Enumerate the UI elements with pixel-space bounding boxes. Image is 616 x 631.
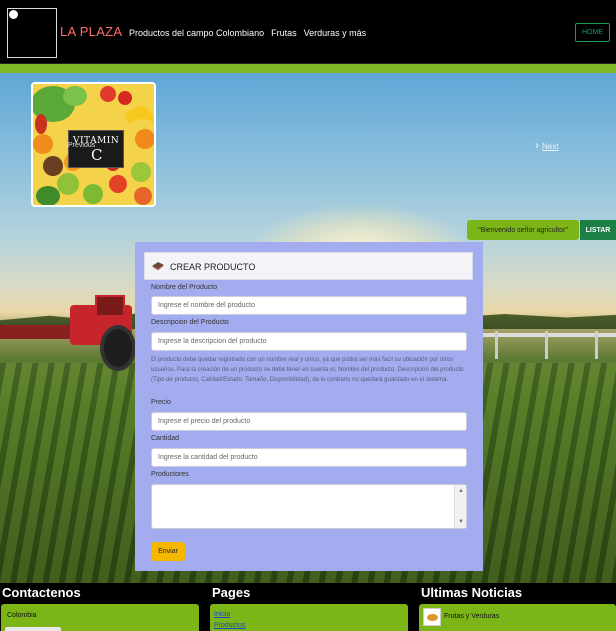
news-thumbnail[interactable] bbox=[423, 608, 441, 626]
submit-button[interactable]: Enviar bbox=[151, 542, 185, 561]
textarea-scrollbar[interactable]: ▲ ▼ bbox=[454, 485, 466, 528]
news-item-title[interactable]: Frutas y Verduras bbox=[444, 613, 499, 620]
label-productores: Productores bbox=[151, 471, 189, 478]
carousel-previous[interactable]: Previous bbox=[68, 142, 95, 149]
nav-link-productos[interactable]: Productos del campo Colombiano bbox=[129, 28, 264, 38]
accent-strip bbox=[0, 64, 616, 73]
form-header: CREAR PRODUCTO bbox=[144, 252, 473, 280]
navbar: LA PLAZA Productos del campo Colombiano … bbox=[0, 0, 616, 64]
home-button[interactable]: HOME bbox=[575, 23, 610, 42]
footer-news-title: Ultimas Noticias bbox=[421, 585, 523, 600]
footer-contact-title: Contactenos bbox=[2, 585, 81, 600]
create-product-form: CREAR PRODUCTO Nombre del Producto Ingre… bbox=[135, 242, 483, 571]
scroll-down-icon[interactable]: ▼ bbox=[458, 519, 464, 525]
label-precio: Precio bbox=[151, 399, 171, 406]
logo[interactable] bbox=[7, 8, 57, 58]
carousel-next-label: Next bbox=[542, 142, 559, 151]
nav-link-frutas[interactable]: Frutas bbox=[271, 28, 297, 38]
carousel-next[interactable]: › Next bbox=[535, 138, 558, 152]
input-precio[interactable]: Ingrese el precio del producto bbox=[151, 412, 467, 431]
scroll-up-icon[interactable]: ▲ bbox=[458, 488, 464, 494]
footer-country: Colombia bbox=[7, 612, 37, 619]
tractor-image bbox=[0, 295, 136, 375]
label-nombre: Nombre del Producto bbox=[151, 284, 218, 291]
footer-pages-title: Pages bbox=[212, 585, 251, 600]
help-text: El producto debe quedar registrado con u… bbox=[151, 357, 464, 383]
input-nombre[interactable]: Ingrese el nombre del producto bbox=[151, 296, 467, 315]
footer: Contactenos Pages Ultimas Noticias Colom… bbox=[0, 583, 616, 631]
nav-link-verduras[interactable]: Verduras y más bbox=[304, 28, 367, 38]
product-icon bbox=[152, 262, 164, 271]
footer-link-inicio[interactable]: Inicio bbox=[214, 611, 230, 618]
label-cantidad: Cantidad bbox=[151, 435, 180, 442]
logo-mark bbox=[9, 10, 18, 19]
footer-contact-panel: Colombia bbox=[1, 604, 199, 631]
footer-pages-panel: Inicio Productos bbox=[210, 604, 408, 631]
input-descripcion[interactable]: Ingrese la descripcion del producto bbox=[151, 332, 467, 351]
welcome-badge: "Bienvenido señor agricultor" bbox=[467, 220, 579, 240]
footer-link-productos[interactable]: Productos bbox=[214, 622, 246, 629]
chevron-right-icon: › bbox=[535, 138, 539, 152]
form-title: CREAR PRODUCTO bbox=[170, 262, 256, 272]
footer-news-panel: Frutas y Verduras bbox=[419, 604, 616, 631]
footer-contact-input[interactable] bbox=[5, 627, 61, 631]
nav-links: Productos del campo Colombiano Frutas Ve… bbox=[129, 28, 366, 38]
label-descripcion: Descripcion del Producto bbox=[151, 319, 229, 326]
textarea-productores[interactable]: ▲ ▼ bbox=[151, 484, 467, 529]
input-cantidad[interactable]: Ingrese la cantidad del producto bbox=[151, 448, 467, 467]
listar-button[interactable]: LISTAR bbox=[580, 220, 616, 240]
brand-name[interactable]: LA PLAZA bbox=[60, 24, 122, 39]
irrigation-system bbox=[475, 321, 616, 361]
